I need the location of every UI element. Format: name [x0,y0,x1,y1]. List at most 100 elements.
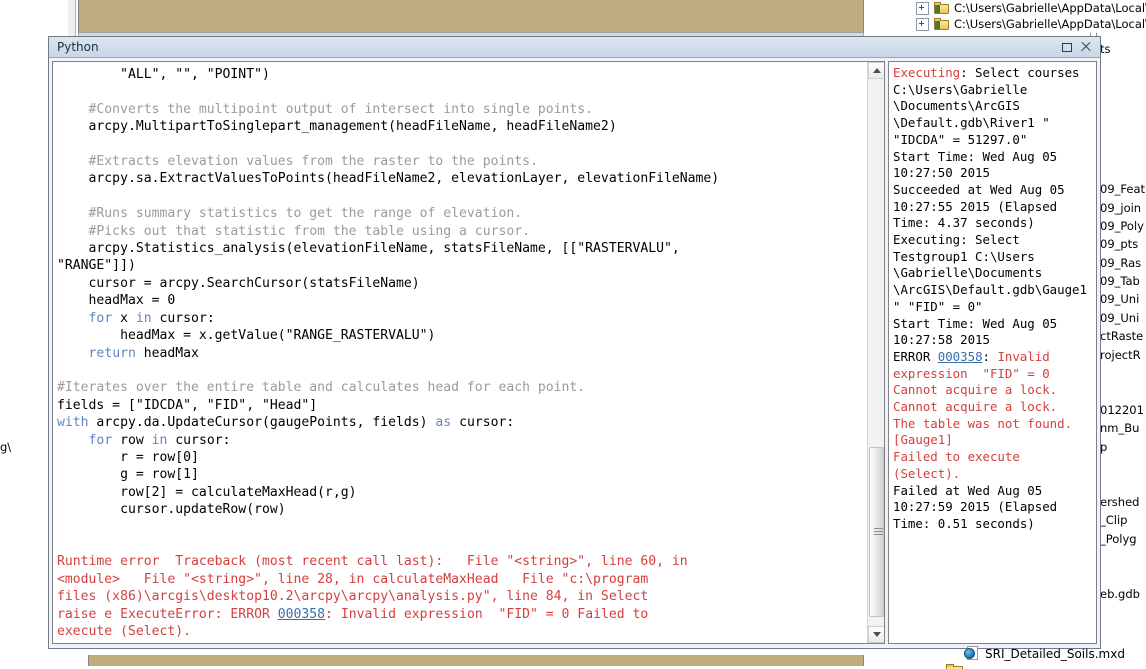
text-segment: "IDCDA" = 51297.0" [893,131,1028,147]
window-controls [1062,41,1098,53]
text-segment: files (x86)\arcgis\desktop10.2\arcpy\arc… [57,589,649,605]
text-segment[interactable]: 000358 [278,607,325,622]
catalog-item[interactable]: eb.gdb [1097,585,1146,603]
text-segment: Runtime error Traceback (most recent cal… [57,554,688,570]
tree-item-label: C:\Users\Gabrielle\AppData\Local\ [954,17,1146,31]
text-segment: headMax = x.getValue("RANGE_RASTERVALU") [57,328,436,344]
catalog-item[interactable]: rojectR [1097,346,1146,364]
catalog-item[interactable]: 09_Tab [1097,272,1146,290]
tree-item[interactable]: C:\Users\Gabrielle\AppData\Local\ [906,0,1146,16]
output-line: 10:27:50 2015 [893,165,1094,182]
output-line: Failed to execute [893,449,1094,466]
text-segment: Testgroup1 C:\Users [893,248,1035,264]
code-line: r = row[0] [57,449,865,466]
close-icon[interactable] [1080,41,1092,53]
catalog-item[interactable]: 09_Poly [1097,217,1146,235]
text-segment: x [112,310,136,326]
python-output-pane[interactable]: Executing: Select courses C:\Users\Gabrie… [888,61,1097,644]
screen: C:\Users\Gabrielle\AppData\Local\ C:\User… [0,0,1146,669]
code-line: arcpy.sa.ExtractValuesToPoints(headFileN… [57,170,865,187]
catalog-spacer [1097,143,1146,161]
python-window-titlebar[interactable]: Python [49,37,1100,58]
catalog-item[interactable]: 09_join [1097,199,1146,217]
catalog-spacer [1097,88,1146,106]
catalog-item[interactable]: 09_pts [1097,235,1146,253]
catalog-item-list[interactable]: 09_Feat 09_join 09_Poly 09_pts 09_Ras 09_Tab 0… [1096,33,1146,645]
catalog-item[interactable]: 09_Ras [1097,254,1146,272]
output-line: Executing: Select courses [893,65,1094,82]
text-segment: Time: 0.51 seconds) [893,515,1035,531]
text-segment: g = row[1] [57,467,199,483]
text-segment: headMax = 0 [57,293,176,309]
scroll-down-icon[interactable] [868,626,884,643]
text-segment: Cannot acquire a lock. [893,399,1058,415]
code-line: for row in cursor: [57,432,865,449]
text-segment: Start Time: Wed Aug 05 [893,315,1058,331]
code-line: "RANGE"]]) [57,257,865,274]
taskbar-folder-icon[interactable] [946,664,963,669]
open-document-item[interactable]: SRI_Detailed_Soils.mxd [964,646,1125,661]
catalog-item[interactable]: ershed [1097,493,1146,511]
traceback-line: execute (Select). [57,623,865,640]
catalog-spacer [1097,162,1146,180]
expand-plus-icon[interactable] [916,17,929,31]
catalog-item[interactable]: p [1097,438,1146,456]
scroll-up-icon[interactable] [868,62,884,79]
catalog-item[interactable]: 09_Feat [1097,180,1146,198]
traceback-line: files (x86)\arcgis\desktop10.2\arcpy\arc… [57,588,865,605]
catalog-item[interactable]: ctRaste [1097,327,1146,345]
text-segment: as [435,415,452,431]
text-segment: row[2] = calculateMaxHead(r,g) [57,484,357,500]
python-code-text[interactable]: "ALL", "", "POINT") #Converts the multip… [53,62,867,643]
catalog-item[interactable]: _Polyg [1097,530,1146,548]
text-segment: C:\Users\Gabrielle [893,81,1028,97]
catalog-item[interactable]: _Clip [1097,511,1146,529]
text-segment: 10:27:55 2015 (Elapsed [893,198,1058,214]
text-segment: r = row[0] [57,449,199,465]
catalog-item[interactable]: nm_Bu [1097,419,1146,437]
tree-item[interactable]: C:\Users\Gabrielle\AppData\Local\ [906,16,1146,32]
code-line: headMax = x.getValue("RANGE_RASTERVALU") [57,327,865,344]
text-segment[interactable]: 000358 [938,349,983,364]
text-segment: return [88,345,136,361]
output-line: 10:27:58 2015 [893,332,1094,349]
catalog-tree[interactable]: C:\Users\Gabrielle\AppData\Local\ C:\User… [906,0,1146,33]
code-line: g = row[1] [57,466,865,483]
output-line: Cannot acquire a lock. [893,382,1094,399]
text-segment [57,311,89,326]
python-output-text: Executing: Select courses C:\Users\Gabrie… [889,62,1096,533]
catalog-spacer [1097,107,1146,125]
catalog-item[interactable]: 012201 [1097,401,1146,419]
code-vertical-scrollbar[interactable] [867,62,884,643]
traceback-line: <module> File "<string>", line 28, in ca… [57,571,865,588]
catalog-item[interactable]: 09_Uni [1097,290,1146,308]
catalog-spacer [1097,70,1146,88]
output-line: Executing: Select [893,232,1094,249]
text-segment: "ALL", "", "POINT") [57,67,270,82]
text-segment: for [88,310,113,326]
text-segment: arcpy.da.UpdateCursor(gaugePoints, field… [88,415,436,431]
expand-plus-icon[interactable] [916,1,929,15]
maximize-icon[interactable] [1062,42,1072,52]
text-segment: fields = ["IDCDA", "FID", "Head"] [57,397,318,413]
text-segment: headMax [135,345,199,361]
output-line: Testgroup1 C:\Users [893,249,1094,266]
scrollbar-thumb[interactable] [869,447,884,617]
python-code-pane[interactable]: "ALL", "", "POINT") #Converts the multip… [52,61,885,644]
text-segment: 10:27:58 2015 [893,332,990,348]
text-segment: #Picks out that statistic from the table… [57,223,530,239]
catalog-spacer [1097,125,1146,143]
text-segment [57,346,89,361]
text-segment: cursor: [167,432,231,448]
python-prompt[interactable]: >>> [57,640,865,643]
output-line: Succeeded at Wed Aug 05 [893,182,1094,199]
text-segment: Start Time: Wed Aug 05 [893,148,1058,164]
text-segment: Failed at Wed Aug 05 [893,482,1043,498]
code-line: #Converts the multipoint output of inter… [57,101,865,118]
text-segment: Cannot acquire a lock. [893,382,1058,398]
scrollbar-grip-icon [874,528,883,537]
tree-item-label: C:\Users\Gabrielle\AppData\Local\ [954,1,1146,15]
catalog-item[interactable]: 09_Uni [1097,309,1146,327]
